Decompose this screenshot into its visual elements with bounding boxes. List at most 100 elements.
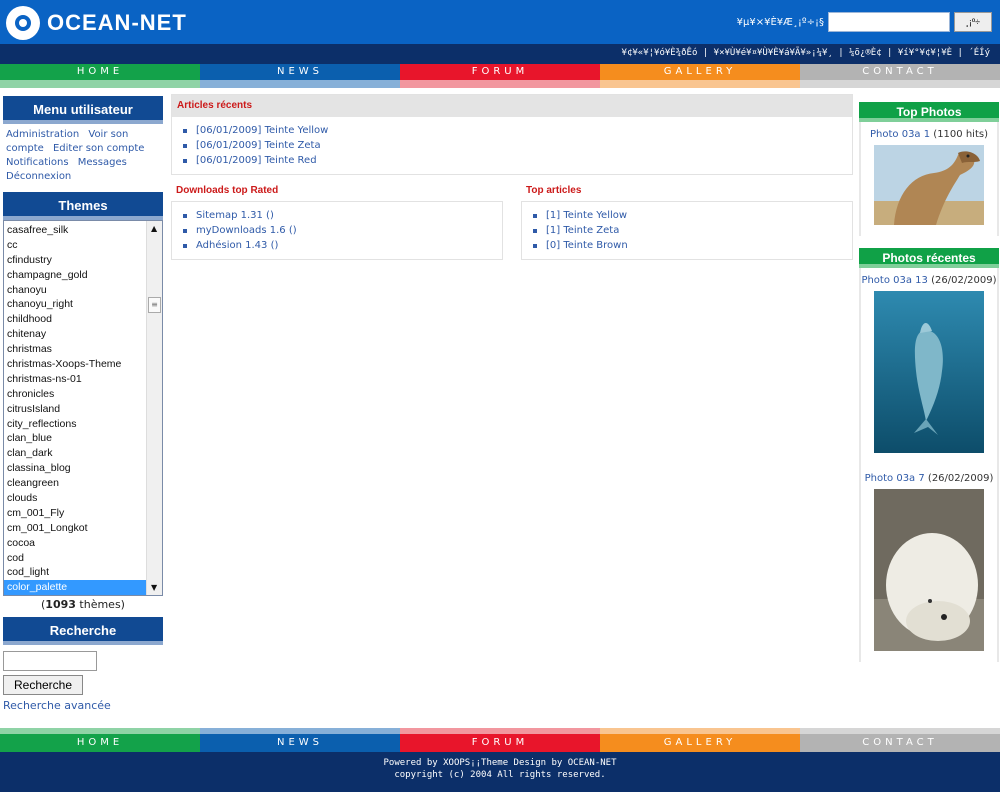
nav-tab-label: FORUM xyxy=(400,64,600,80)
link-notifications[interactable]: Notifications xyxy=(6,157,69,168)
scroll-up-icon[interactable]: ▲ xyxy=(151,224,157,233)
theme-option[interactable]: city_reflections xyxy=(4,417,147,432)
theme-option[interactable]: chanoyu xyxy=(4,283,147,298)
footer-tab-gallery[interactable]: GALLERY xyxy=(600,728,800,752)
recent-article-item[interactable]: [06/01/2009] Teinte Zeta xyxy=(180,138,844,153)
logo-text: OCEAN-NET xyxy=(47,10,187,35)
link-messages[interactable]: Messages xyxy=(78,157,127,168)
recent-photo-link[interactable]: Photo 03a 13 xyxy=(861,275,927,286)
top-article-item[interactable]: [1] Teinte Yellow xyxy=(530,208,844,223)
download-item[interactable]: Adhésion 1.43 () xyxy=(180,238,494,253)
nav-tab-label: NEWS xyxy=(200,64,400,80)
theme-option[interactable]: christmas-ns-01 xyxy=(4,372,147,387)
nav-tab-forum[interactable]: FORUM xyxy=(400,64,600,88)
theme-option[interactable]: cleangreen xyxy=(4,476,147,491)
link-administration[interactable]: Administration xyxy=(6,129,79,140)
recent-article-item[interactable]: [06/01/2009] Teinte Red xyxy=(180,153,844,168)
header-search: ¥µ¥×¥È¥Æ¸¡º÷¡§ ¸¡º÷ xyxy=(737,12,992,32)
camel-photo[interactable] xyxy=(874,145,984,230)
theme-option[interactable]: chanoyu_right xyxy=(4,297,147,312)
recent-articles-block: Articles récents [06/01/2009] Teinte Yel… xyxy=(171,94,853,175)
footer-tab-news[interactable]: NEWS xyxy=(200,728,400,752)
theme-option[interactable]: color_palette xyxy=(4,580,147,595)
theme-list-scrollbar[interactable]: ▲ ≡ ▼ xyxy=(146,221,162,595)
theme-option[interactable]: cfindustry xyxy=(4,253,147,268)
nav-tab-gallery[interactable]: GALLERY xyxy=(600,64,800,88)
nav-tab-stripe xyxy=(400,80,600,88)
search-button[interactable]: Recherche xyxy=(3,675,83,695)
top-article-item[interactable]: [0] Teinte Brown xyxy=(530,238,844,253)
theme-option[interactable]: chitenay xyxy=(4,327,147,342)
download-item[interactable]: myDownloads 1.6 () xyxy=(180,223,494,238)
top-photo-link[interactable]: Photo 03a 1 xyxy=(870,129,930,140)
main-content: Articles récents [06/01/2009] Teinte Yel… xyxy=(171,94,853,260)
nav-tab-stripe xyxy=(200,80,400,88)
theme-option[interactable]: christmas-Xoops-Theme xyxy=(4,357,147,372)
recent-photo-date: (26/02/2009) xyxy=(927,473,994,484)
dolphin-photo[interactable] xyxy=(874,291,984,458)
nav-tab-contact[interactable]: CONTACT xyxy=(800,64,1000,88)
theme-option[interactable]: christmas xyxy=(4,342,147,357)
recent-photos-title: Photos récentes xyxy=(859,248,999,268)
scroll-down-icon[interactable]: ▼ xyxy=(151,583,157,592)
nav-tab-home[interactable]: HOME xyxy=(0,64,200,88)
footer-tab-home[interactable]: HOME xyxy=(0,728,200,752)
left-sidebar: Menu utilisateur Administration Voir son… xyxy=(0,96,166,718)
theme-option[interactable]: cm_001_Fly xyxy=(4,506,147,521)
downloads-title: Downloads top Rated xyxy=(176,185,279,196)
theme-option[interactable]: clan_dark xyxy=(4,446,147,461)
link-edit-account[interactable]: Editer son compte xyxy=(53,143,144,154)
theme-option[interactable]: cod xyxy=(4,551,147,566)
account-links-bar[interactable]: ¥¢¥«¥¦¥ó¥È¾ðÊó | ¥×¥Ù¥é¥¤¥Ù¥È¥á¥Ã¥»¡¼¥¸ … xyxy=(0,44,1000,64)
footer-copyright: copyright (c) 2004 All rights reserved. xyxy=(394,770,606,780)
theme-option[interactable]: cc xyxy=(4,238,147,253)
dolphin-image xyxy=(874,291,984,453)
nav-tab-stripe xyxy=(800,80,1000,88)
theme-options: casafree_silk cc cfindustry champagne_gold c… xyxy=(4,223,147,595)
theme-option[interactable]: chronicles xyxy=(4,387,147,402)
recent-photos-block: Photos récentes Photo 03a 13 (26/02/2009… xyxy=(859,248,999,662)
theme-option[interactable]: clouds xyxy=(4,491,147,506)
right-sidebar: Top Photos Photo 03a 1 (1100 hits) Photo… xyxy=(859,102,999,674)
theme-option[interactable]: casafree_silk xyxy=(4,223,147,238)
top-article-item[interactable]: [1] Teinte Zeta xyxy=(530,223,844,238)
download-item[interactable]: Sitemap 1.31 () xyxy=(180,208,494,223)
theme-select-list[interactable]: casafree_silk cc cfindustry champagne_gold c… xyxy=(3,220,163,596)
footer-tab-forum[interactable]: FORUM xyxy=(400,728,600,752)
polar-bear-image xyxy=(874,489,984,651)
footer-nav: HOME NEWS FORUM GALLERY CONTACT xyxy=(0,728,1000,752)
theme-option[interactable]: cocoa xyxy=(4,536,147,551)
recent-article-item[interactable]: [06/01/2009] Teinte Yellow xyxy=(180,123,844,138)
theme-count: (1093 thèmes) xyxy=(0,596,166,613)
polar-bear-photo[interactable] xyxy=(874,489,984,656)
top-articles-block: Top articles [1] Teinte Yellow [1] Teint… xyxy=(521,185,853,260)
nav-tab-news[interactable]: NEWS xyxy=(200,64,400,88)
nav-tab-label: HOME xyxy=(0,734,200,752)
theme-option[interactable]: cm_001_Longkot xyxy=(4,521,147,536)
theme-option[interactable]: citrusIsland xyxy=(4,402,147,417)
nav-tab-label: CONTACT xyxy=(800,64,1000,80)
recent-photo-link[interactable]: Photo 03a 7 xyxy=(865,473,925,484)
site-logo[interactable]: OCEAN-NET xyxy=(6,6,187,40)
theme-option[interactable]: champagne_gold xyxy=(4,268,147,283)
theme-option[interactable]: classina_blog xyxy=(4,461,147,476)
footer-tab-contact[interactable]: CONTACT xyxy=(800,728,1000,752)
nav-tab-label: NEWS xyxy=(200,734,400,752)
theme-option[interactable]: childhood xyxy=(4,312,147,327)
advanced-search-link[interactable]: Recherche avancée xyxy=(3,699,163,712)
logo-icon xyxy=(6,6,40,40)
theme-option[interactable]: clan_blue xyxy=(4,431,147,446)
search-block: Recherche Recherche avancée xyxy=(0,645,166,718)
scroll-thumb[interactable]: ≡ xyxy=(148,297,161,313)
header-search-button[interactable]: ¸¡º÷ xyxy=(954,12,992,32)
theme-count-number: 1093 xyxy=(45,598,76,611)
search-input[interactable] xyxy=(3,651,97,671)
nav-tab-label: FORUM xyxy=(400,734,600,752)
header-search-label: ¥µ¥×¥È¥Æ¸¡º÷¡§ xyxy=(736,16,824,28)
theme-option[interactable]: cod_light xyxy=(4,565,147,580)
top-photos-block: Top Photos Photo 03a 1 (1100 hits) xyxy=(859,102,999,236)
top-photos-title: Top Photos xyxy=(859,102,999,122)
top-photo-hits: (1100 hits) xyxy=(933,129,988,140)
link-logout[interactable]: Déconnexion xyxy=(6,171,71,182)
header-search-input[interactable] xyxy=(828,12,950,32)
